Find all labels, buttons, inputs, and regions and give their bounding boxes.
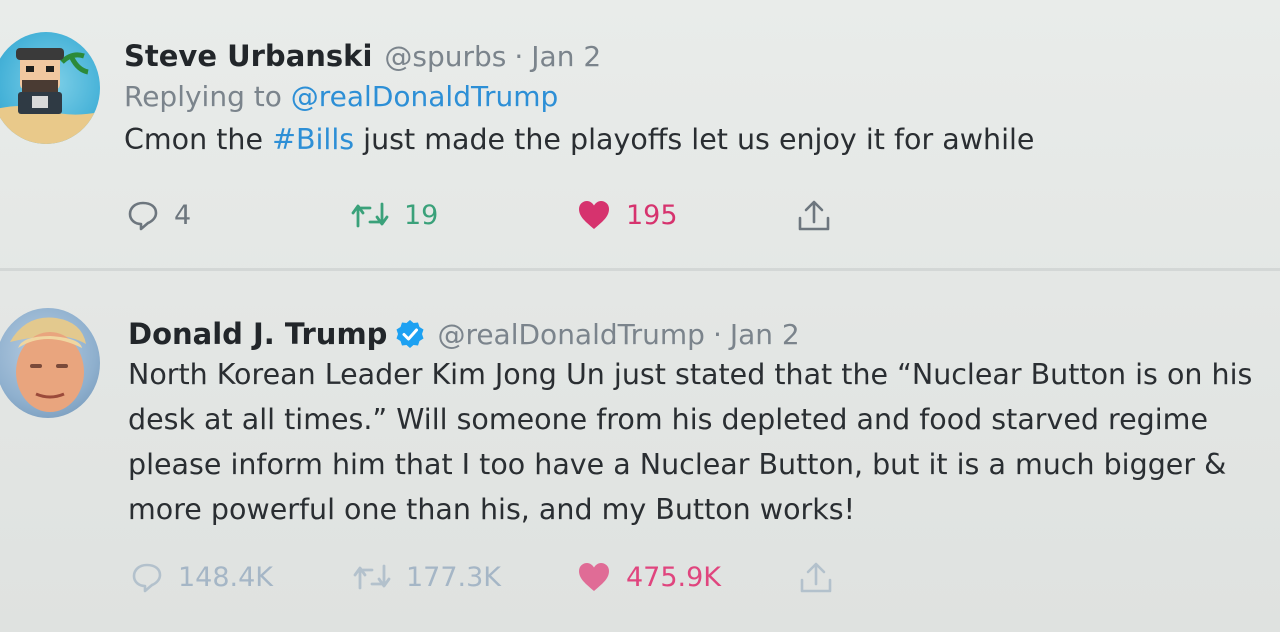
tweet-original[interactable]: Donald J. Trump @realDonaldTrump · Jan 2… [0, 274, 1280, 632]
retweet-count: 19 [404, 199, 439, 231]
share-icon [800, 562, 832, 593]
like-button[interactable]: 195 [576, 198, 678, 232]
tweet-content: Donald J. Trump @realDonaldTrump · Jan 2… [128, 312, 1260, 593]
like-count: 475.9K [626, 561, 722, 593]
reply-count: 148.4K [178, 561, 274, 593]
display-name[interactable]: Steve Urbanski [124, 39, 372, 73]
tweet-text: North Korean Leader Kim Jong Un just sta… [128, 358, 1253, 526]
avatar[interactable] [0, 308, 100, 418]
reply-button[interactable]: 148.4K [130, 560, 273, 594]
tweet-text-start: Cmon the [124, 123, 263, 156]
tweet-actions: 4 19 195 [124, 198, 1260, 238]
tweet-header: Donald J. Trump @realDonaldTrump · Jan 2 [128, 312, 1260, 356]
retweet-button[interactable]: 177.3K [352, 560, 501, 594]
reply-icon [132, 563, 162, 593]
share-button[interactable] [796, 198, 832, 234]
tweet-date[interactable]: Jan 2 [531, 40, 601, 73]
reply-prefix: Replying to [124, 80, 282, 113]
retweet-count: 177.3K [406, 561, 502, 593]
tweet-date[interactable]: Jan 2 [730, 318, 800, 351]
reply-context: Replying to @realDonaldTrump [124, 80, 1260, 113]
display-name[interactable]: Donald J. Trump [128, 317, 387, 351]
retweet-icon [353, 564, 391, 590]
twitter-thread: Steve Urbanski @spurbs · Jan 2 Replying … [0, 0, 1280, 632]
tweet-reply[interactable]: Steve Urbanski @spurbs · Jan 2 Replying … [0, 0, 1280, 268]
heart-icon [579, 201, 609, 229]
verified-badge-icon [396, 320, 424, 348]
handle[interactable]: @realDonaldTrump [437, 318, 705, 351]
avatar[interactable] [0, 32, 100, 144]
handle[interactable]: @spurbs [384, 40, 506, 73]
share-icon [798, 200, 830, 231]
hashtag-link[interactable]: #Bills [272, 123, 354, 156]
tweet-text: Cmon the #Bills just made the playoffs l… [124, 117, 1260, 162]
like-count: 195 [626, 199, 678, 231]
reply-mention-link[interactable]: @realDonaldTrump [291, 80, 559, 113]
heart-icon [579, 563, 609, 591]
separator-dot: · [712, 317, 722, 351]
retweet-button[interactable]: 19 [350, 198, 438, 232]
tweet-content: Steve Urbanski @spurbs · Jan 2 Replying … [124, 34, 1260, 231]
tweet-actions: 148.4K 177.3K 475.9K [128, 560, 1260, 600]
like-button[interactable]: 475.9K [576, 560, 721, 594]
tweet-divider [0, 268, 1280, 271]
tweet-header: Steve Urbanski @spurbs · Jan 2 [124, 34, 1260, 78]
share-button[interactable] [798, 560, 834, 596]
reply-icon [128, 201, 158, 231]
reply-button[interactable]: 4 [126, 198, 191, 232]
reply-count: 4 [174, 199, 192, 231]
tweet-text-end: just made the playoffs let us enjoy it f… [363, 123, 1035, 156]
separator-dot: · [514, 39, 524, 73]
retweet-icon [351, 202, 389, 228]
